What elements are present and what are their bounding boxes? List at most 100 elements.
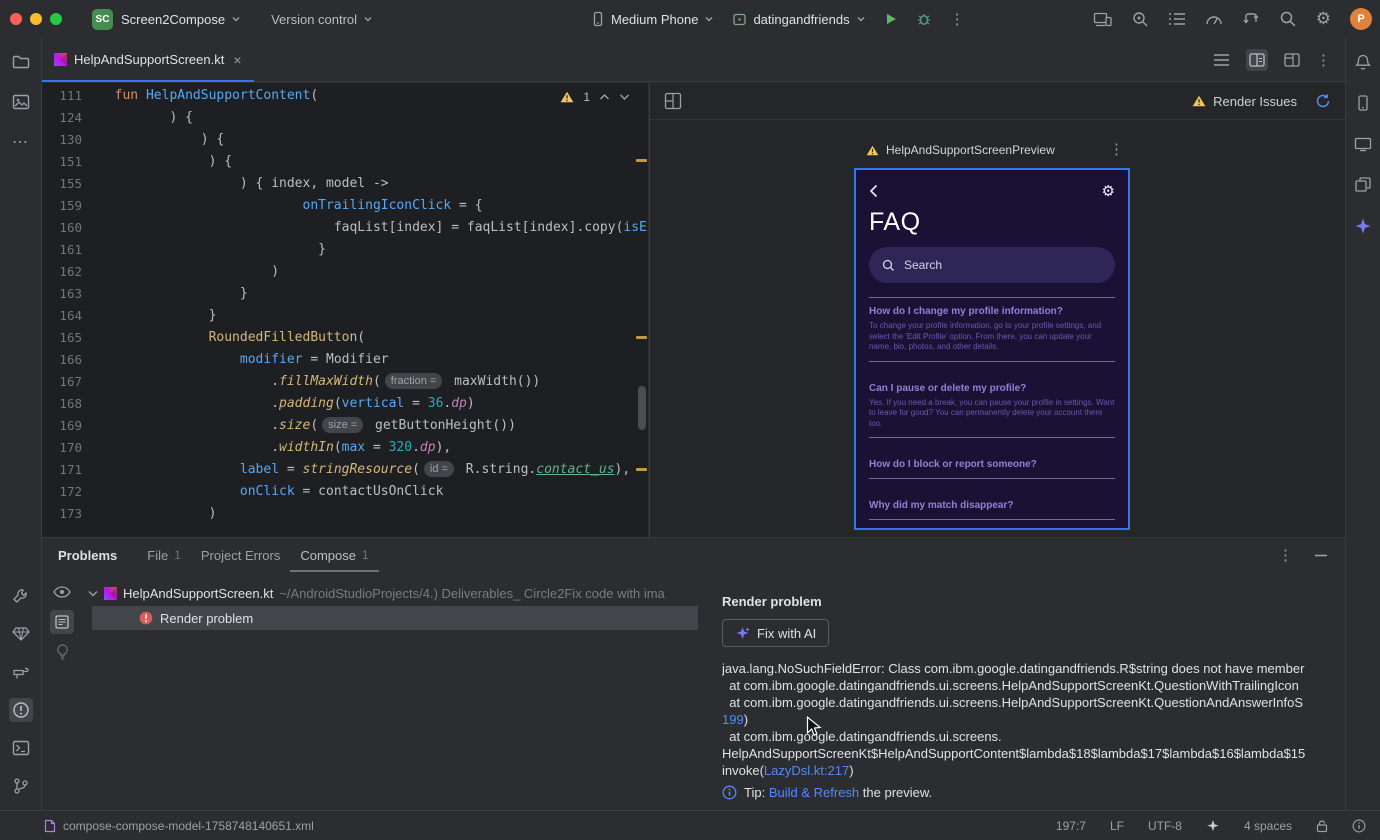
notifications-bell-icon[interactable]	[1351, 50, 1375, 74]
editor-layout-icon[interactable]	[1284, 52, 1300, 67]
project-folder-icon[interactable]	[9, 50, 33, 74]
more-run-actions-icon[interactable]: ⋮	[944, 6, 971, 32]
tab-compose[interactable]: Compose 1	[290, 538, 378, 572]
gemini-icon[interactable]	[1351, 214, 1375, 238]
preview-view-mode-icon[interactable]	[664, 92, 682, 110]
editor-scrollbar[interactable]	[638, 386, 646, 430]
device-manager-icon[interactable]	[1351, 91, 1375, 115]
readonly-lock-icon[interactable]	[1316, 819, 1328, 833]
run-button[interactable]	[878, 8, 904, 30]
trace-line: invoke(LazyDsl.kt:217)	[722, 763, 854, 778]
minimize-window-button[interactable]	[30, 13, 42, 25]
inspection-widget[interactable]: 1	[556, 88, 634, 106]
line-number: 170	[59, 440, 82, 455]
run-configuration-selector[interactable]: datingandfriends	[726, 8, 871, 31]
render-issues-button[interactable]: Render Issues	[1192, 94, 1297, 109]
quick-fix-bulb-icon[interactable]	[50, 640, 74, 664]
line-ending[interactable]: LF	[1110, 819, 1124, 833]
next-problem-icon[interactable]	[619, 93, 630, 101]
preview-eye-icon[interactable]	[50, 580, 74, 604]
problems-mini-toolbar	[50, 580, 74, 664]
line-number: 155	[59, 176, 82, 191]
faq-item: How do I block or report someone?	[869, 459, 1037, 470]
close-tab-icon[interactable]: ×	[233, 52, 241, 68]
chevron-expanded-icon[interactable]	[88, 590, 98, 597]
build-icon[interactable]	[9, 660, 33, 684]
user-avatar[interactable]: P	[1350, 8, 1372, 30]
preview-options-icon[interactable]: ⋮	[1109, 140, 1124, 160]
project-selector[interactable]: Screen2Compose	[115, 8, 247, 31]
split-editor-icon[interactable]	[1246, 48, 1268, 71]
tool-window-title: Problems	[58, 547, 118, 563]
code-line: 165 RoundedFilledButton(	[42, 327, 648, 349]
fix-with-ai-button[interactable]: Fix with AI	[722, 619, 830, 647]
tab-project-errors[interactable]: Project Errors	[191, 538, 290, 572]
caret-position[interactable]: 197:7	[1056, 819, 1086, 833]
warning-icon	[560, 91, 574, 103]
code-line: 171 label = stringResource(id = R.string…	[42, 459, 648, 481]
chevron-down-icon	[704, 14, 714, 24]
trace-line: java.lang.NoSuchFieldError: Class com.ib…	[722, 661, 1305, 676]
stack-trace: java.lang.NoSuchFieldError: Class com.ib…	[722, 660, 1345, 779]
search-everywhere-icon[interactable]	[1279, 10, 1297, 28]
editor-tab-title: HelpAndSupportScreen.kt	[74, 52, 225, 67]
panel-options-icon[interactable]: ⋮	[1278, 546, 1293, 564]
bottom-tabs: File 1 Project Errors Compose 1	[137, 538, 378, 572]
project-name: Screen2Compose	[121, 11, 226, 27]
more-tool-windows-icon[interactable]: ⋯	[9, 130, 33, 154]
ai-search-icon[interactable]	[1131, 10, 1149, 28]
file-list-icon[interactable]	[1213, 53, 1230, 67]
terminal-icon[interactable]	[9, 736, 33, 760]
detail-view-icon[interactable]	[50, 610, 74, 634]
settings-gear-icon[interactable]: ⚙	[1316, 9, 1331, 29]
layout-inspector-icon[interactable]	[1351, 173, 1375, 197]
indent-setting[interactable]: 4 spaces	[1244, 819, 1292, 833]
vcs-label: Version control	[271, 11, 358, 27]
resource-manager-icon[interactable]	[9, 90, 33, 114]
code-line: 155 ) { index, model ->	[42, 173, 648, 195]
refresh-preview-icon[interactable]	[1315, 93, 1331, 109]
trace-link[interactable]: LazyDsl.kt:217	[764, 763, 849, 778]
file-encoding[interactable]: UTF-8	[1148, 819, 1182, 833]
render-problem-row[interactable]: Render problem	[92, 606, 698, 630]
problems-icon[interactable]	[8, 698, 33, 722]
close-window-button[interactable]	[10, 13, 22, 25]
preview-frame[interactable]: ⚙ FAQ Search How do I change my profile …	[854, 168, 1130, 530]
tab-file[interactable]: File 1	[137, 538, 191, 572]
status-file[interactable]: compose-compose-model-1758748140651.xml	[44, 819, 314, 833]
sync-gradle-icon[interactable]	[1242, 11, 1260, 27]
editor-tab[interactable]: HelpAndSupportScreen.kt ×	[42, 38, 254, 82]
warning-stripe-mark[interactable]	[636, 336, 647, 339]
todo-list-icon[interactable]	[1168, 11, 1186, 27]
ai-status-icon[interactable]	[1206, 819, 1220, 833]
build-variants-icon[interactable]	[9, 584, 33, 608]
code-editor[interactable]: 111 fun HelpAndSupportContent(124 ) {130…	[42, 83, 648, 537]
prev-problem-icon[interactable]	[599, 93, 610, 101]
maximize-window-button[interactable]	[50, 13, 62, 25]
debug-button[interactable]	[910, 7, 938, 31]
device-mirroring-icon[interactable]	[1093, 11, 1112, 28]
editor-options-icon[interactable]: ⋮	[1316, 51, 1331, 69]
info-icon	[722, 785, 737, 800]
tip-prefix: Tip:	[744, 785, 766, 800]
warning-stripe-mark[interactable]	[636, 468, 647, 471]
profiler-icon[interactable]	[1205, 11, 1223, 27]
line-number: 173	[59, 506, 82, 521]
app-quality-insights-icon[interactable]	[9, 622, 33, 646]
warning-stripe-mark[interactable]	[636, 159, 647, 162]
code-line: 161 }	[42, 239, 648, 261]
device-selector[interactable]: Medium Phone	[585, 7, 720, 31]
running-devices-icon[interactable]	[1351, 132, 1375, 156]
vcs-selector[interactable]: Version control	[265, 8, 379, 31]
build-refresh-link[interactable]: Build & Refresh	[769, 785, 859, 800]
hide-panel-icon[interactable]	[1315, 554, 1327, 557]
version-control-icon[interactable]	[9, 774, 33, 798]
chevron-down-icon	[856, 14, 866, 24]
info-status-icon[interactable]	[1352, 819, 1366, 833]
preview-card-header[interactable]: HelpAndSupportScreenPreview ⋮	[854, 140, 1130, 160]
window-controls	[10, 13, 62, 25]
code-line: 168 .padding(vertical = 36.dp)	[42, 393, 648, 415]
line-number: 168	[59, 396, 82, 411]
trace-link[interactable]: 199	[722, 712, 744, 727]
problems-file-row[interactable]: HelpAndSupportScreen.kt ~/AndroidStudioP…	[88, 581, 693, 605]
